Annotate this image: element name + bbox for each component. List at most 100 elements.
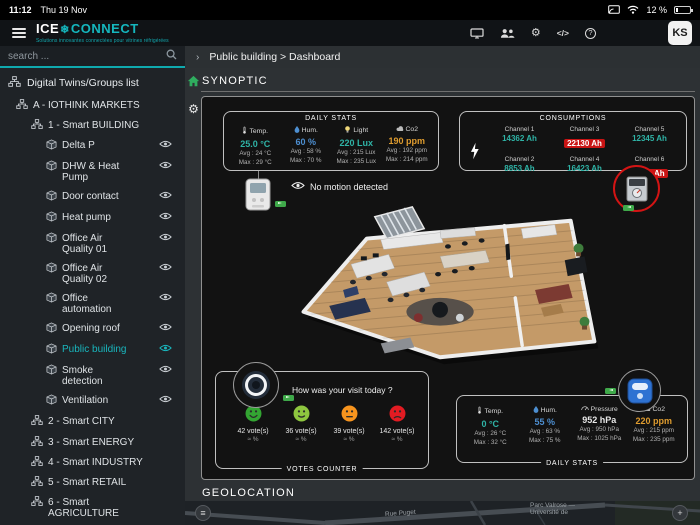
channel-channel-2: Channel 28853 Ah bbox=[487, 156, 552, 181]
eye-icon[interactable] bbox=[159, 161, 172, 172]
sidebar-item-dhw-heat-pump[interactable]: DHW & Heat Pump bbox=[0, 157, 185, 187]
eye-icon[interactable] bbox=[159, 365, 172, 376]
eye-icon[interactable] bbox=[159, 233, 172, 244]
monitor-icon[interactable] bbox=[470, 28, 484, 39]
sidebar-item-smoke-detection[interactable]: Smoke detection bbox=[0, 361, 185, 391]
gear-icon[interactable]: ⚙ bbox=[531, 28, 541, 39]
smiley-pleased-icon bbox=[293, 405, 310, 427]
sidebar-item-opening-roof[interactable]: Opening roof bbox=[0, 319, 185, 340]
vote-option-happy: 42 vote(s)≈ % bbox=[230, 405, 276, 443]
geolocation-map[interactable]: ≡ + Rue Puget Parc Valrose — Université … bbox=[185, 501, 700, 525]
sidebar-item-5-smart-retail[interactable]: 5 - Smart RETAIL bbox=[0, 473, 185, 493]
hamburger-menu-icon[interactable] bbox=[12, 28, 26, 38]
channel-value: 16423 Ah bbox=[552, 164, 617, 173]
sitemap-icon bbox=[31, 496, 43, 509]
status-pill bbox=[275, 201, 286, 207]
daily-stats-bottom-title: DAILY STATS bbox=[541, 460, 603, 467]
sidebar-item-label: A - IOTHINK MARKETS bbox=[33, 100, 140, 111]
sidebar-item-label: Heat pump bbox=[62, 212, 111, 223]
sidebar-item-2-smart-city[interactable]: 2 - Smart CITY bbox=[0, 412, 185, 432]
sidebar-item-label: 4 - Smart INDUSTRY bbox=[48, 457, 143, 468]
sidebar-item-heat-pump[interactable]: Heat pump bbox=[0, 208, 185, 229]
sidebar-item-office-automation[interactable]: Office automation bbox=[0, 289, 185, 319]
users-icon[interactable] bbox=[500, 28, 515, 38]
sidebar-item-3-smart-energy[interactable]: 3 - Smart ENERGY bbox=[0, 433, 185, 453]
eye-icon[interactable] bbox=[159, 140, 172, 151]
stat-max: Max : 29 °C bbox=[239, 159, 272, 166]
stat-value: 60 % bbox=[295, 137, 316, 147]
sitemap-icon bbox=[8, 76, 21, 90]
synoptic-panel: DAILY STATS Temp.25.0 °CAvg : 24 °CMax :… bbox=[201, 96, 695, 480]
energy-meter-device[interactable] bbox=[613, 165, 660, 212]
eye-icon[interactable] bbox=[159, 293, 172, 304]
battery-icon bbox=[674, 6, 691, 14]
status-pill bbox=[283, 395, 294, 401]
sidebar-item-4-smart-industry[interactable]: 4 - Smart INDUSTRY bbox=[0, 453, 185, 473]
motion-eye-icon bbox=[291, 181, 305, 192]
sidebar-item-6-smart-agriculture[interactable]: 6 - Smart AGRICULTURE bbox=[0, 493, 185, 523]
logo: ICE❄CONNECT Solutions innovantes connect… bbox=[36, 22, 169, 44]
sidebar-item-ventilation[interactable]: Ventilation bbox=[0, 391, 185, 412]
logo-ice: ICE bbox=[36, 21, 59, 36]
co2-icon bbox=[396, 125, 404, 134]
sitemap-icon bbox=[31, 476, 43, 489]
avatar[interactable]: KS bbox=[668, 21, 692, 45]
status-bar: 11:12 Thu 19 Nov 12 % bbox=[0, 0, 700, 20]
daily-stats-top-title: DAILY STATS bbox=[224, 115, 438, 122]
stat-max: Max : 235 Lux bbox=[336, 158, 376, 165]
gear-icon[interactable]: ⚙ bbox=[188, 103, 199, 115]
search-icon[interactable] bbox=[166, 47, 177, 65]
votes-counter-label: VOTES COUNTER bbox=[282, 466, 363, 473]
map-menu-button[interactable]: ≡ bbox=[195, 505, 211, 521]
eye-icon[interactable] bbox=[159, 212, 172, 223]
eye-icon[interactable] bbox=[159, 191, 172, 202]
eye-icon[interactable] bbox=[159, 323, 172, 334]
sitemap-icon bbox=[16, 99, 28, 112]
sidebar-item-label: Office Air Quality 02 bbox=[62, 263, 136, 285]
status-pill bbox=[605, 388, 616, 394]
cube-icon bbox=[46, 292, 57, 306]
thermostat-device[interactable] bbox=[245, 178, 271, 216]
smiley-feedback-device[interactable] bbox=[233, 362, 279, 408]
sidebar-item-public-building[interactable]: Public building bbox=[0, 340, 185, 361]
cube-icon bbox=[46, 160, 57, 174]
home-icon[interactable] bbox=[187, 74, 200, 92]
stat-value: 220 ppm bbox=[635, 416, 672, 426]
code-icon[interactable]: </> bbox=[557, 29, 569, 38]
stat-co2: Co2190 ppmAvg : 192 ppmMax : 214 ppm bbox=[382, 125, 433, 166]
vote-option-unhappy: 39 vote(s)≈ % bbox=[326, 405, 372, 443]
sidebar-item-delta-p[interactable]: Delta P bbox=[0, 136, 185, 157]
sidebar-item-label: 3 - Smart ENERGY bbox=[48, 437, 134, 448]
consumptions-title: CONSUMPTIONS bbox=[460, 115, 686, 122]
sidebar: Digital Twins/Groups list A - IOTHINK MA… bbox=[0, 68, 185, 525]
eye-icon[interactable] bbox=[159, 395, 172, 406]
stat-value: 952 hPa bbox=[582, 415, 616, 425]
sidebar-item-a-iothink-markets[interactable]: A - IOTHINK MARKETS bbox=[0, 96, 185, 116]
stat-avg: Avg : 192 ppm bbox=[387, 147, 428, 154]
weather-station-device[interactable] bbox=[618, 369, 661, 412]
stat-avg: Avg : 950 hPa bbox=[580, 426, 619, 433]
cube-icon bbox=[46, 211, 57, 225]
sidebar-item-label: Delta P bbox=[62, 140, 95, 151]
channel-value-alarm: 22130 Ah bbox=[564, 139, 605, 148]
eye-icon[interactable] bbox=[159, 263, 172, 274]
stat-max: Max : 75 % bbox=[529, 437, 561, 444]
sidebar-item-label: Smoke detection bbox=[62, 365, 136, 387]
stat-avg: Avg : 58 % bbox=[291, 148, 321, 155]
sidebar-item-office-air-quality-02[interactable]: Office Air Quality 02 bbox=[0, 259, 185, 289]
map-zoom-button[interactable]: + bbox=[672, 505, 688, 521]
eye-icon[interactable] bbox=[159, 344, 172, 355]
sidebar-item-office-air-quality-01[interactable]: Office Air Quality 01 bbox=[0, 229, 185, 259]
chevron-right-icon[interactable]: › bbox=[196, 52, 199, 63]
thermometer-icon bbox=[477, 405, 482, 417]
sidebar-item-door-contact[interactable]: Door contact bbox=[0, 187, 185, 208]
app-header: ICE❄CONNECT Solutions innovantes connect… bbox=[0, 20, 700, 46]
search-input[interactable] bbox=[8, 51, 162, 62]
snowflake-icon: ❄ bbox=[59, 24, 71, 36]
channel-value: 8853 Ah bbox=[487, 164, 552, 173]
sidebar-item-label: Door contact bbox=[62, 191, 119, 202]
main-area: ⚙ SYNOPTIC bbox=[185, 68, 700, 525]
sidebar-item-1-smart-building[interactable]: 1 - Smart BUILDING bbox=[0, 116, 185, 136]
gauge-icon bbox=[581, 405, 589, 413]
help-icon[interactable]: ? bbox=[585, 28, 596, 39]
